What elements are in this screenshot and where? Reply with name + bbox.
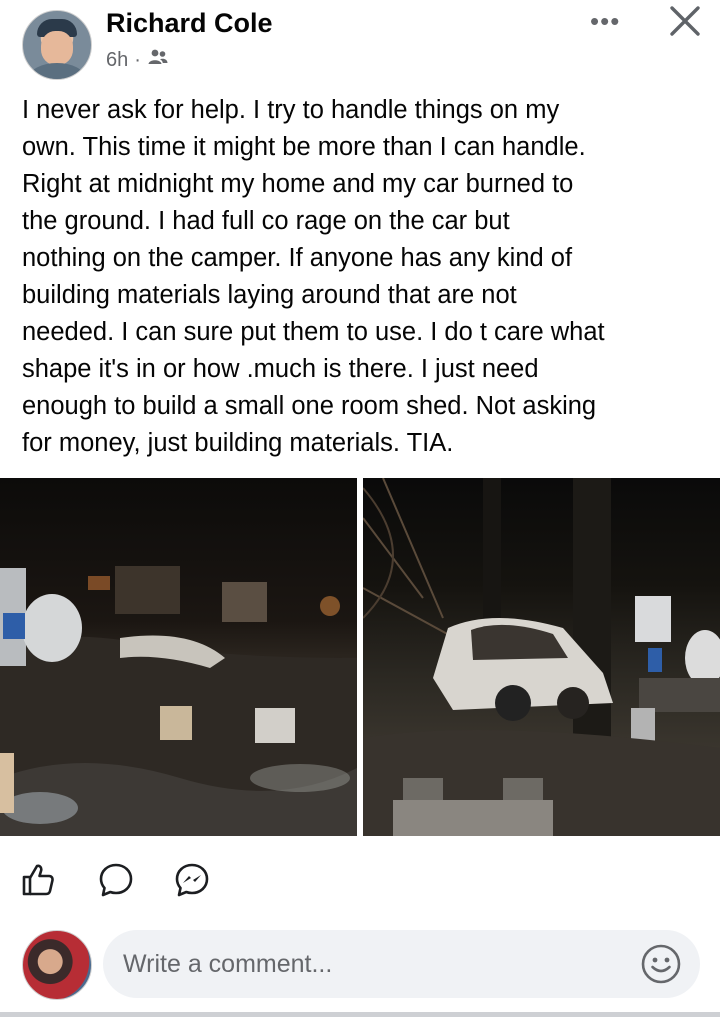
comment-bubble-icon[interactable] (96, 860, 136, 900)
comment-placeholder: Write a comment... (123, 950, 333, 978)
thumbs-up-icon[interactable] (18, 860, 58, 900)
comment-input[interactable]: Write a comment... (103, 930, 700, 998)
messenger-icon[interactable] (172, 860, 212, 900)
more-options-button[interactable]: ••• (590, 6, 620, 37)
post-time[interactable]: 6h (106, 49, 128, 72)
bottom-divider (0, 1012, 720, 1017)
author-name[interactable]: Richard Cole (106, 8, 273, 39)
meta-separator: · (134, 48, 141, 71)
comment-composer: Write a comment... (0, 928, 720, 1006)
avatar-face (41, 31, 73, 65)
close-icon[interactable] (664, 4, 708, 40)
avatar-shirt (29, 63, 85, 79)
post-body-text: I never ask for help. I try to handle th… (22, 96, 605, 457)
author-avatar[interactable] (22, 10, 92, 80)
current-user-avatar (22, 930, 92, 1000)
post-meta: 6h · (106, 48, 169, 72)
emoji-icon[interactable] (640, 943, 682, 985)
post-header: Richard Cole 6h · ••• (0, 0, 720, 90)
post-photo-burned-car[interactable] (363, 478, 720, 836)
post-actions (0, 852, 720, 912)
friends-icon[interactable] (147, 48, 169, 72)
post-photo-burned-home[interactable] (0, 478, 357, 836)
